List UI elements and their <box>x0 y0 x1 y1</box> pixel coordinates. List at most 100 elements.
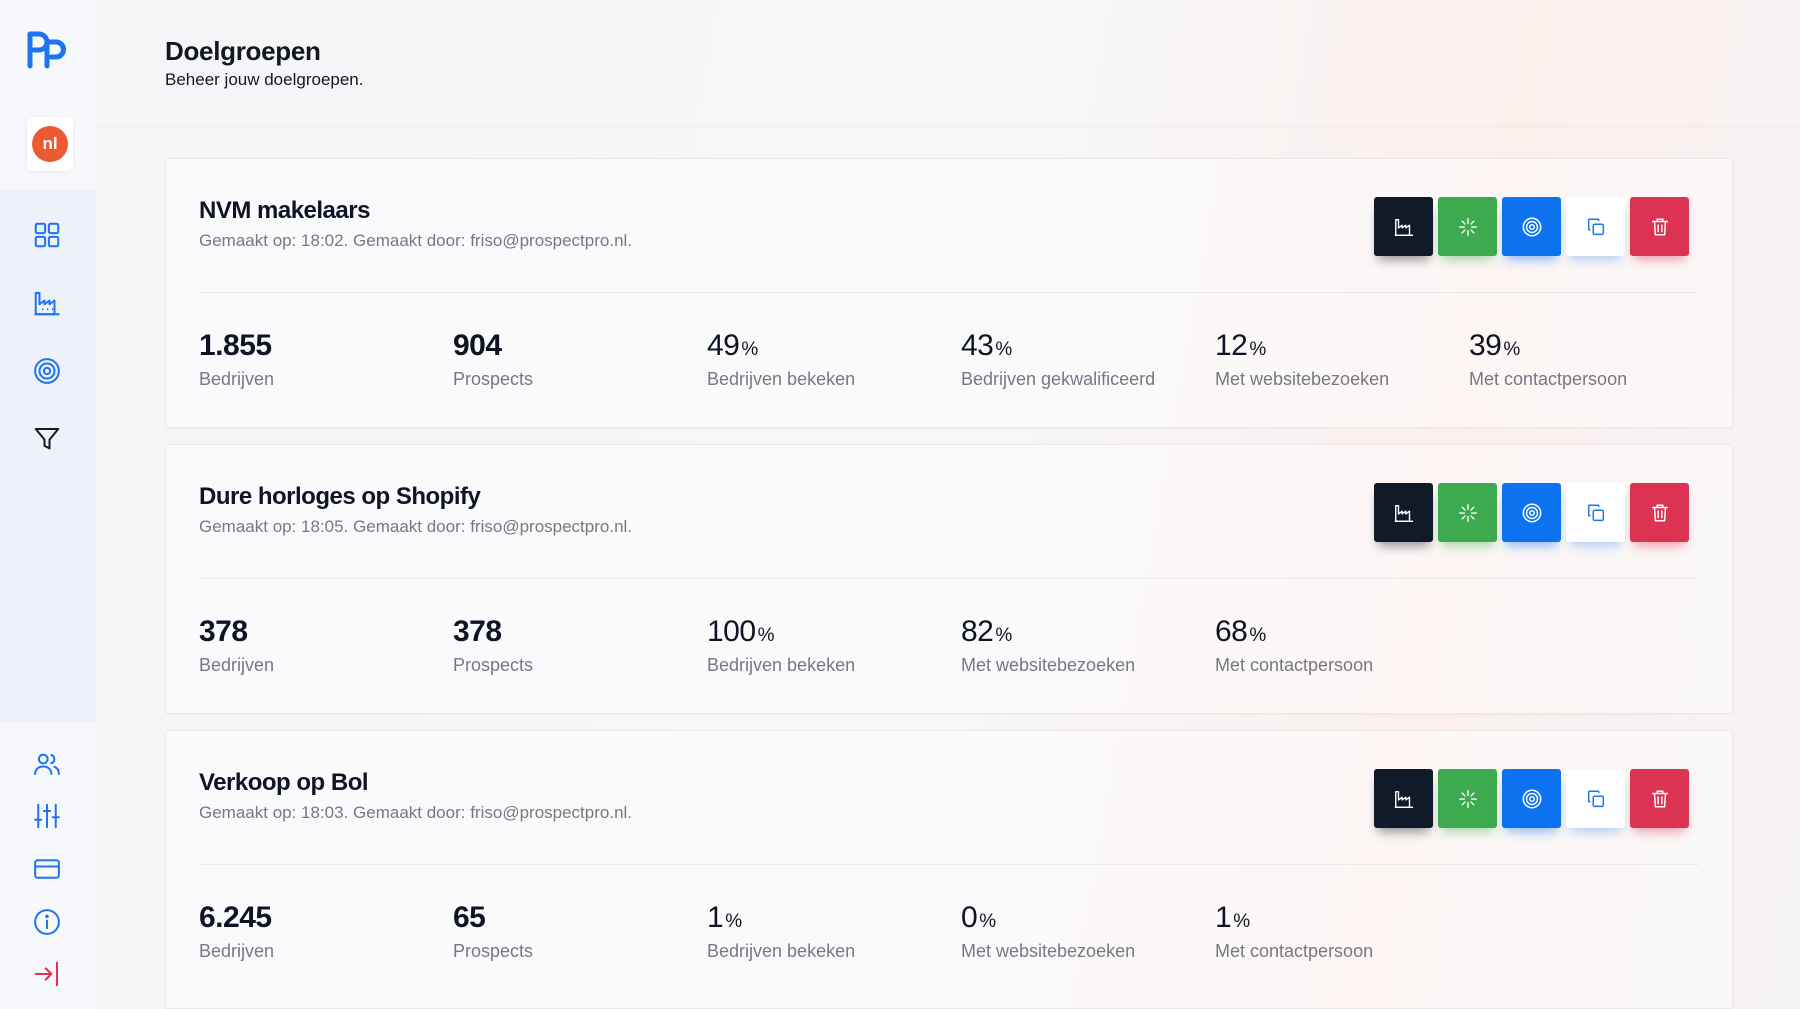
companies-button[interactable] <box>1374 769 1433 828</box>
stat-value: 378 <box>453 615 502 648</box>
trash-icon <box>1651 789 1668 808</box>
stat-label: Prospects <box>453 655 534 675</box>
audience-stats: 378 Bedrijven 378 Prospects 100% Bedrijv… <box>199 617 1469 676</box>
filter-icon <box>34 428 60 450</box>
users-icon <box>34 753 60 775</box>
enrich-button[interactable] <box>1438 769 1497 828</box>
stat-value: 1% <box>707 901 742 934</box>
copy-button[interactable] <box>1566 197 1625 256</box>
audience-card: NVM makelaars Gemaakt op: 18:02. Gemaakt… <box>165 158 1733 428</box>
stat-item: 65 Prospects <box>453 903 707 962</box>
companies-button[interactable] <box>1374 197 1433 256</box>
stat-label: Bedrijven gekwalificeerd <box>961 369 1156 389</box>
stat-value: 65 <box>453 901 486 934</box>
stat-value: 82% <box>961 615 1012 648</box>
nav-dashboard[interactable] <box>30 218 64 252</box>
audience-stats: 1.855 Bedrijven 904 Prospects 49% Bedrij… <box>199 331 1723 390</box>
stat-label: Met websitebezoeken <box>961 941 1136 961</box>
stat-item: 12% Met websitebezoeken <box>1215 331 1469 390</box>
stat-item: 100% Bedrijven bekeken <box>707 617 961 676</box>
header-divider <box>96 126 1800 127</box>
delete-button[interactable] <box>1630 769 1689 828</box>
sparkle-icon <box>1458 503 1477 522</box>
dashboard-icon <box>34 222 60 248</box>
enrich-button[interactable] <box>1438 483 1497 542</box>
stat-value: 43% <box>961 329 1012 362</box>
copy-button[interactable] <box>1566 769 1625 828</box>
target-icon <box>1522 789 1541 808</box>
companies-icon <box>1394 504 1413 522</box>
target-button[interactable] <box>1502 483 1561 542</box>
stat-label: Bedrijven <box>199 369 275 389</box>
stat-value: 68% <box>1215 615 1266 648</box>
stat-value: 904 <box>453 329 502 362</box>
stat-label: Bedrijven bekeken <box>707 941 856 961</box>
audience-card: Verkoop op Bol Gemaakt op: 18:03. Gemaak… <box>165 730 1733 1009</box>
stat-item: 1% Met contactpersoon <box>1215 903 1469 962</box>
stat-label: Met contactpersoon <box>1215 655 1374 675</box>
nav-companies[interactable] <box>30 286 64 320</box>
language-switch[interactable]: nl <box>27 117 73 171</box>
stat-label: Bedrijven <box>199 941 275 961</box>
nav-billing[interactable] <box>30 852 64 886</box>
stat-value: 12% <box>1215 329 1266 362</box>
copy-icon <box>1587 789 1604 807</box>
target-button[interactable] <box>1502 769 1561 828</box>
audience-meta: Gemaakt op: 18:03. Gemaakt door: friso@p… <box>199 803 633 822</box>
nav-targets[interactable] <box>30 354 64 388</box>
stat-item: 68% Met contactpersoon <box>1215 617 1469 676</box>
sparkle-icon <box>1458 789 1477 808</box>
delete-button[interactable] <box>1630 483 1689 542</box>
nav-logout[interactable] <box>30 957 64 991</box>
stat-label: Bedrijven bekeken <box>707 655 856 675</box>
companies-button[interactable] <box>1374 483 1433 542</box>
info-icon <box>34 909 60 935</box>
audience-title[interactable]: NVM makelaars <box>199 197 370 225</box>
nav-settings[interactable] <box>30 799 64 833</box>
stat-label: Met contactpersoon <box>1469 369 1628 389</box>
copy-icon <box>1587 217 1604 235</box>
stat-label: Bedrijven <box>199 655 275 675</box>
audience-title[interactable]: Verkoop op Bol <box>199 769 369 797</box>
audience-actions <box>1374 197 1689 256</box>
copy-button[interactable] <box>1566 483 1625 542</box>
stat-label: Prospects <box>453 941 534 961</box>
delete-button[interactable] <box>1630 197 1689 256</box>
target-icon <box>1522 503 1541 522</box>
stat-value: 378 <box>199 615 248 648</box>
sparkle-icon <box>1458 217 1477 236</box>
target-icon <box>1522 217 1541 236</box>
stat-label: Met websitebezoeken <box>1215 369 1390 389</box>
card-divider <box>199 578 1699 579</box>
stat-value: 100% <box>707 615 774 648</box>
companies-icon <box>1394 790 1413 808</box>
settings-sliders-icon <box>34 803 60 829</box>
page-header: Doelgroepen Beheer jouw doelgroepen. <box>165 36 363 90</box>
audience-meta: Gemaakt op: 18:05. Gemaakt door: friso@p… <box>199 517 633 536</box>
nav-filter[interactable] <box>30 422 64 456</box>
audience-card: Dure horloges op Shopify Gemaakt op: 18:… <box>165 444 1733 714</box>
audience-title[interactable]: Dure horloges op Shopify <box>199 483 481 511</box>
card-divider <box>199 292 1699 293</box>
stat-value: 39% <box>1469 329 1520 362</box>
companies-icon <box>1394 218 1413 236</box>
audience-stats: 6.245 Bedrijven 65 Prospects 1% Bedrijve… <box>199 903 1469 962</box>
page-title: Doelgroepen <box>165 36 321 66</box>
target-button[interactable] <box>1502 197 1561 256</box>
companies-icon <box>34 292 60 316</box>
card-divider <box>199 864 1699 865</box>
nav-users[interactable] <box>30 747 64 781</box>
audience-meta: Gemaakt op: 18:02. Gemaakt door: friso@p… <box>199 231 633 250</box>
stat-item: 1% Bedrijven bekeken <box>707 903 961 962</box>
stat-item: 6.245 Bedrijven <box>199 903 453 962</box>
enrich-button[interactable] <box>1438 197 1497 256</box>
billing-card-icon <box>34 859 60 879</box>
trash-icon <box>1651 217 1668 236</box>
stat-item: 378 Bedrijven <box>199 617 453 676</box>
prospectpro-logo[interactable] <box>26 26 70 70</box>
stat-value: 1% <box>1215 901 1250 934</box>
trash-icon <box>1651 503 1668 522</box>
language-badge: nl <box>32 126 68 162</box>
sidebar: nl <box>0 0 96 1009</box>
nav-info[interactable] <box>30 905 64 939</box>
